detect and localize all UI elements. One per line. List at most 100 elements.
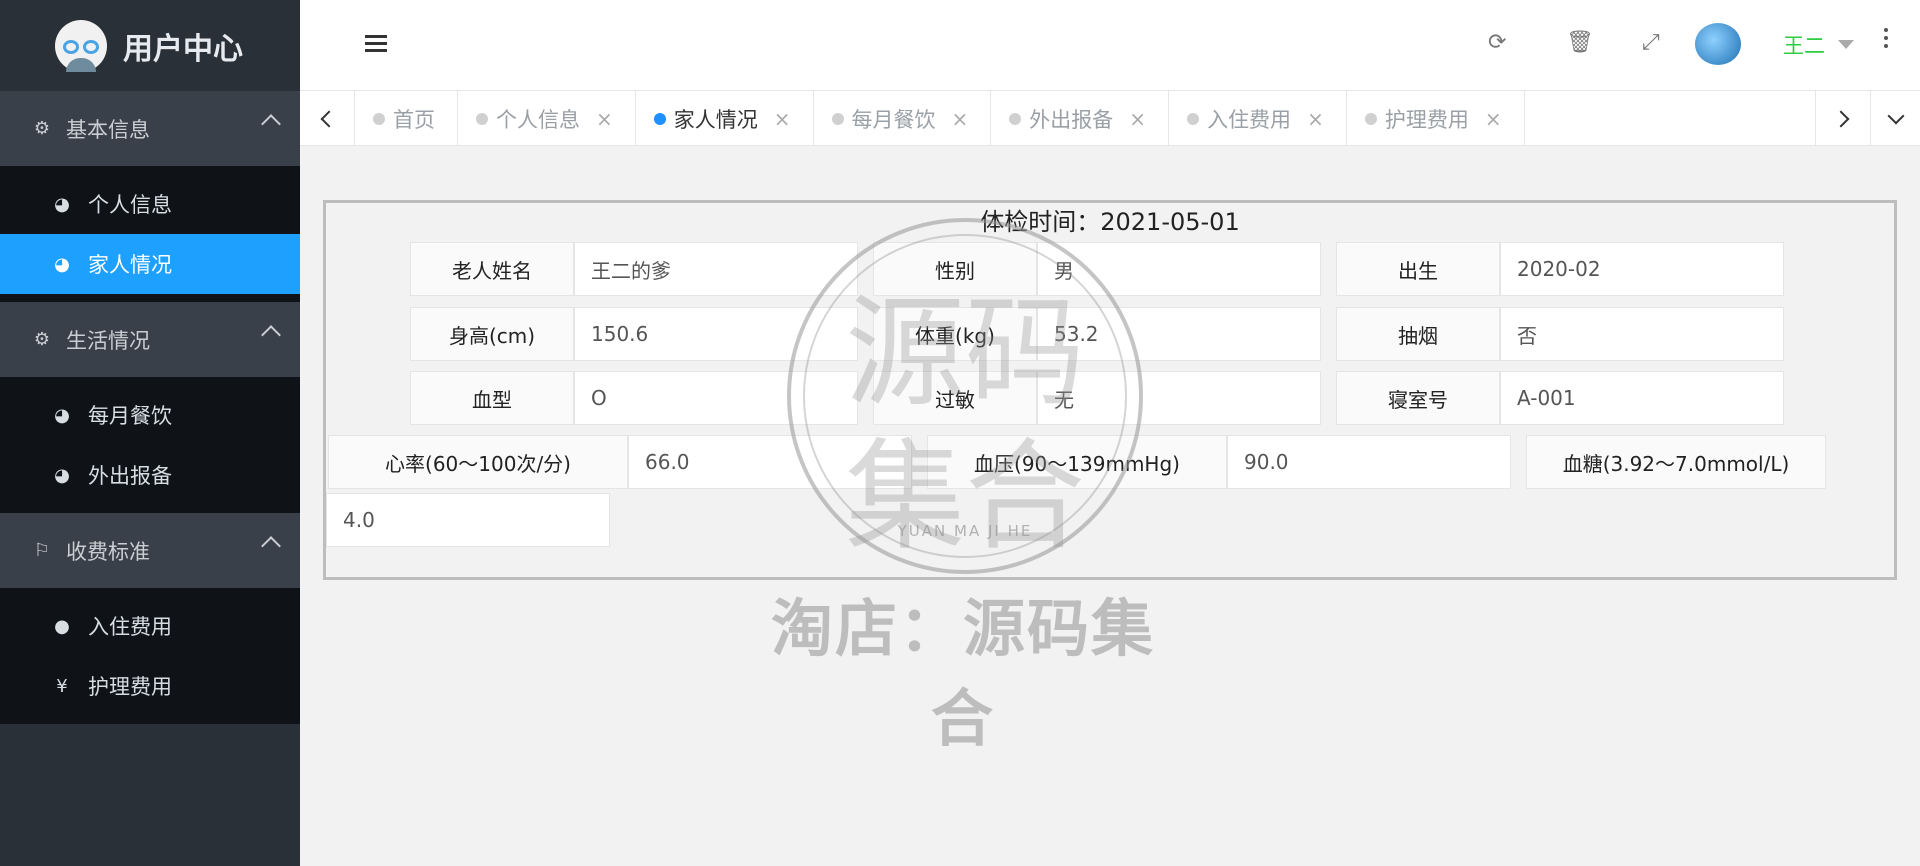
birth-label: 出生 <box>1336 242 1500 296</box>
tab-stay-fee[interactable]: 入住费用 × <box>1169 91 1347 146</box>
sidebar-group-label: 基本信息 <box>66 117 150 142</box>
close-icon[interactable]: × <box>952 107 969 131</box>
coin-icon: ● <box>54 615 70 637</box>
chevron-up-icon <box>261 114 281 134</box>
panel-title: 体检时间：2021-05-01 <box>980 208 1240 236</box>
chevron-up-icon <box>261 536 281 556</box>
chevron-down-icon <box>1887 107 1904 124</box>
sidebar-item-label: 入住费用 <box>88 615 172 639</box>
trash-icon[interactable]: 🗑 <box>1566 30 1594 55</box>
sidebar-group-body: ◕ 每月餐饮 ◕ 外出报备 <box>0 377 300 513</box>
gender-label: 性别 <box>873 242 1037 296</box>
room-value: A-001 <box>1500 371 1784 425</box>
dashboard-icon: ◕ <box>54 464 70 486</box>
blood-type-value: O <box>574 371 858 425</box>
sidebar-item-label: 护理费用 <box>88 675 172 699</box>
chevron-right-icon <box>1832 110 1850 127</box>
sidebar-item-family[interactable]: ◕ 家人情况 <box>0 234 300 294</box>
tab-bar: 首页 个人信息 × 家人情况 × 每月餐饮 × 外出报备 × 入住费用 × 护理… <box>300 91 1920 146</box>
tab-scroll-right-button[interactable] <box>1815 91 1870 146</box>
sidebar-group-body: ◕ 个人信息 ◕ 家人情况 <box>0 166 300 302</box>
gender-value: 男 <box>1037 242 1321 296</box>
sidebar-item-label: 外出报备 <box>88 464 172 488</box>
tab-outing-report[interactable]: 外出报备 × <box>991 91 1170 146</box>
elder-name-label: 老人姓名 <box>410 242 574 296</box>
height-value: 150.6 <box>574 307 858 361</box>
refresh-icon[interactable]: ⟳ <box>1488 30 1506 55</box>
tab-label: 每月餐饮 <box>851 107 936 132</box>
sidebar-group-body: ● 入住费用 ¥ 护理费用 <box>0 588 300 724</box>
caret-down-icon[interactable] <box>1838 40 1854 49</box>
sidebar-item-label: 个人信息 <box>88 193 172 217</box>
tab-home[interactable]: 首页 <box>355 91 458 146</box>
blood-sugar-value: 4.0 <box>326 493 610 547</box>
health-check-panel: 体检时间：2021-05-01 老人姓名 王二的爹 性别 男 出生 2020-0… <box>323 200 1897 580</box>
sidebar-item-stay-fee[interactable]: ● 入住费用 <box>0 596 300 656</box>
fullscreen-icon[interactable]: ⤢ <box>1642 30 1660 55</box>
tab-label: 首页 <box>393 107 435 132</box>
allergy-value: 无 <box>1037 371 1321 425</box>
tab-label: 入住费用 <box>1207 107 1292 132</box>
tab-monthly-meals[interactable]: 每月餐饮 × <box>814 91 992 146</box>
blood-sugar-label: 血糖(3.92～7.0mmol/L) <box>1526 435 1826 489</box>
sidebar-item-label: 家人情况 <box>88 253 172 277</box>
chevron-up-icon <box>261 325 281 345</box>
app-title: 用户中心 <box>123 31 243 67</box>
gears-icon: ⚙ <box>33 329 51 350</box>
sidebar-item-outing-report[interactable]: ◕ 外出报备 <box>0 445 300 505</box>
user-name[interactable]: 王二 <box>1783 30 1825 60</box>
watermark-shop: 淘店：源码集合 <box>770 592 1155 755</box>
room-label: 寝室号 <box>1336 371 1500 425</box>
sidebar-group-basic-info[interactable]: ⚙ 基本信息 <box>0 91 300 166</box>
gears-icon: ⚙ <box>33 118 51 139</box>
tab-dot <box>373 113 385 125</box>
close-icon[interactable]: × <box>596 107 613 131</box>
tab-label: 家人情况 <box>673 107 758 132</box>
tab-label: 外出报备 <box>1029 107 1114 132</box>
top-bar: ⟳ 🗑 ⤢ 王二 <box>300 0 1920 91</box>
weight-label: 体重(kg) <box>873 307 1037 361</box>
tab-dot <box>1364 113 1377 125</box>
blood-pressure-label: 血压(90～139mmHg) <box>927 435 1227 489</box>
sidebar-item-label: 每月餐饮 <box>88 404 172 428</box>
sidebar-item-monthly-meals[interactable]: ◕ 每月餐饮 <box>0 385 300 445</box>
logo: 用户中心 <box>0 0 300 91</box>
elder-name-value: 王二的爹 <box>574 242 858 296</box>
dashboard-icon: ◕ <box>54 253 70 275</box>
tab-personal-info[interactable]: 个人信息 × <box>458 91 636 146</box>
tab-dot <box>653 113 666 125</box>
tab-care-fee[interactable]: 护理费用 × <box>1347 91 1525 146</box>
close-icon[interactable]: × <box>1485 107 1502 131</box>
sidebar-group-fees[interactable]: ⚐ 收费标准 <box>0 513 300 588</box>
blood-type-label: 血型 <box>410 371 574 425</box>
close-icon[interactable]: × <box>1307 107 1324 131</box>
close-icon[interactable]: × <box>774 107 791 131</box>
tab-family[interactable]: 家人情况 × <box>636 91 814 146</box>
sidebar-item-care-fee[interactable]: ¥ 护理费用 <box>0 656 300 716</box>
sidebar-group-label: 收费标准 <box>66 539 150 564</box>
dashboard-icon: ◕ <box>54 404 70 426</box>
avatar[interactable] <box>1695 23 1741 65</box>
flag-icon: ⚐ <box>33 540 51 561</box>
more-vertical-icon[interactable] <box>1884 28 1890 52</box>
close-icon[interactable]: × <box>1129 107 1146 131</box>
tab-label: 护理费用 <box>1384 107 1469 132</box>
menu-collapse-icon[interactable] <box>365 35 387 55</box>
tab-scroll-left-button[interactable] <box>300 91 355 146</box>
sidebar: 用户中心 ⚙ 基本信息 ◕ 个人信息 ◕ 家人情况 ⚙ 生活情况 ◕ 每月餐饮 … <box>0 0 300 866</box>
tab-menu-button[interactable] <box>1870 91 1920 146</box>
heart-rate-label: 心率(60～100次/分) <box>328 435 628 489</box>
allergy-label: 过敏 <box>873 371 1037 425</box>
tab-dot <box>1009 113 1022 125</box>
smoking-label: 抽烟 <box>1336 307 1500 361</box>
weight-value: 53.2 <box>1037 307 1321 361</box>
height-label: 身高(cm) <box>410 307 574 361</box>
smoking-value: 否 <box>1500 307 1784 361</box>
sidebar-group-living[interactable]: ⚙ 生活情况 <box>0 302 300 377</box>
tab-dot <box>1187 113 1200 125</box>
blood-pressure-value: 90.0 <box>1227 435 1511 489</box>
chevron-left-icon <box>320 110 338 127</box>
sidebar-item-personal-info[interactable]: ◕ 个人信息 <box>0 174 300 234</box>
heart-rate-value: 66.0 <box>628 435 912 489</box>
tab-dot <box>476 113 488 125</box>
